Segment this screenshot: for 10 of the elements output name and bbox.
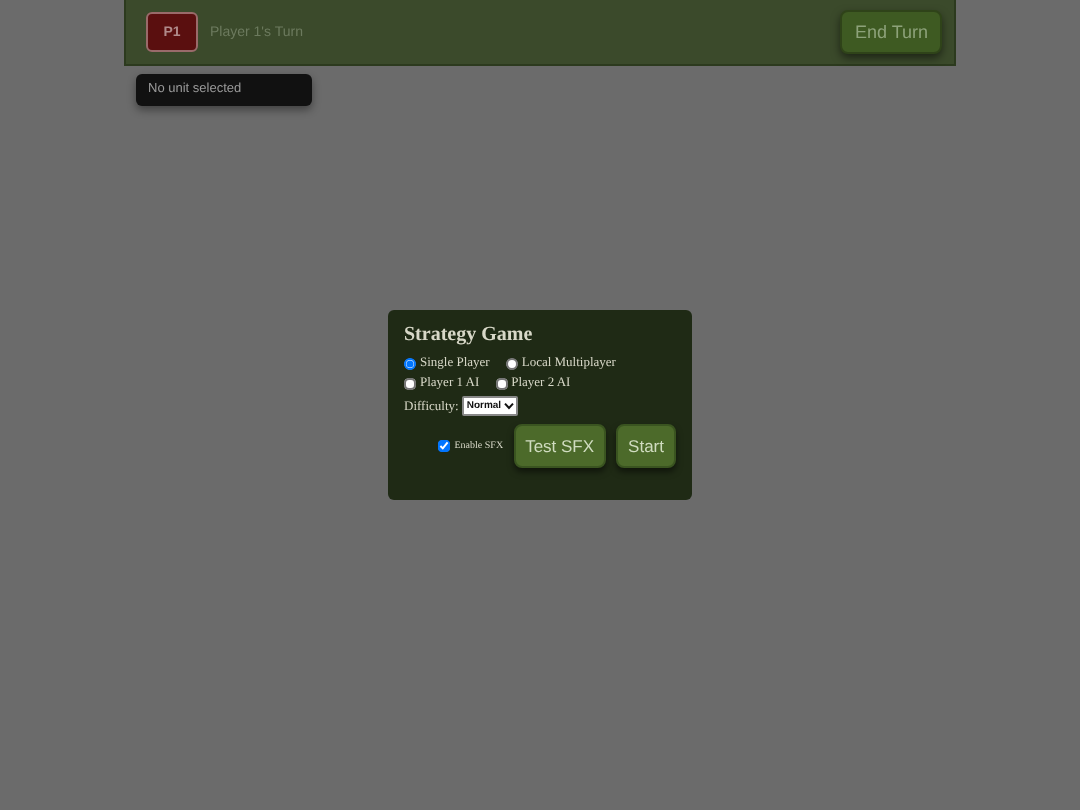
dialog-title: Strategy Game	[404, 324, 535, 346]
end-turn-button[interactable]: End Turn	[840, 10, 942, 54]
ai-checkbox[interactable]	[495, 377, 508, 389]
mode-radio[interactable]	[505, 357, 518, 369]
dialog-button[interactable]: Test SFX	[513, 424, 607, 468]
ai-checkbox[interactable]	[404, 377, 416, 389]
mode-radio[interactable]	[404, 357, 416, 369]
sfx-checkbox[interactable]	[438, 440, 451, 452]
caret-icon	[503, 402, 514, 410]
dialog-button[interactable]: Start	[616, 424, 676, 468]
